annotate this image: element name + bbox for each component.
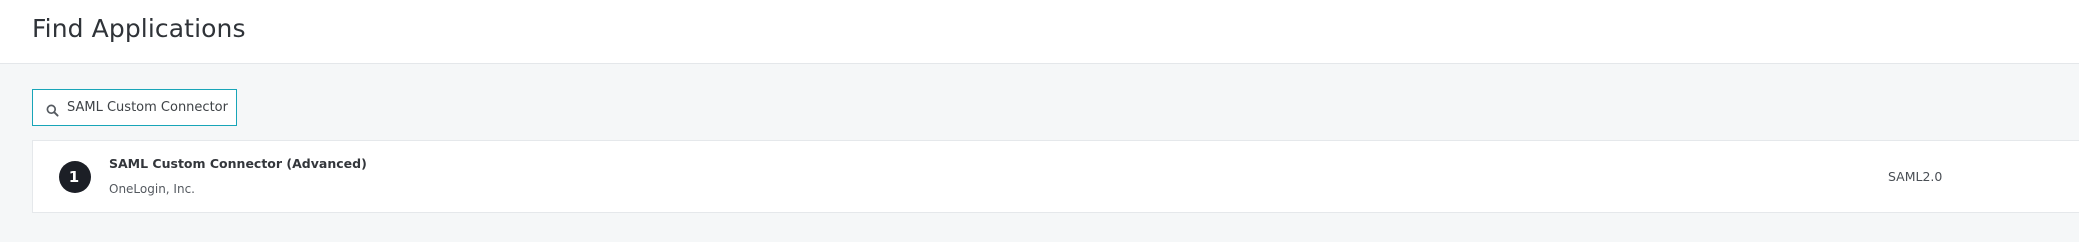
onelogin-logo-icon: 1 — [59, 161, 91, 193]
logo-glyph: 1 — [68, 167, 80, 186]
app-vendor: OneLogin, Inc. — [109, 182, 195, 196]
search-box[interactable] — [32, 89, 237, 126]
search-icon — [46, 102, 59, 117]
app-name[interactable]: SAML Custom Connector (Advanced) — [109, 156, 367, 171]
find-applications-page: Find Applications 1 SAML Custom Connecto… — [0, 0, 2079, 242]
search-input[interactable] — [67, 90, 229, 125]
page-header: Find Applications — [0, 0, 2079, 64]
app-protocol: SAML2.0 — [1888, 169, 1943, 184]
result-row[interactable]: 1 SAML Custom Connector (Advanced) OneLo… — [32, 140, 2079, 213]
page-title: Find Applications — [32, 14, 246, 43]
